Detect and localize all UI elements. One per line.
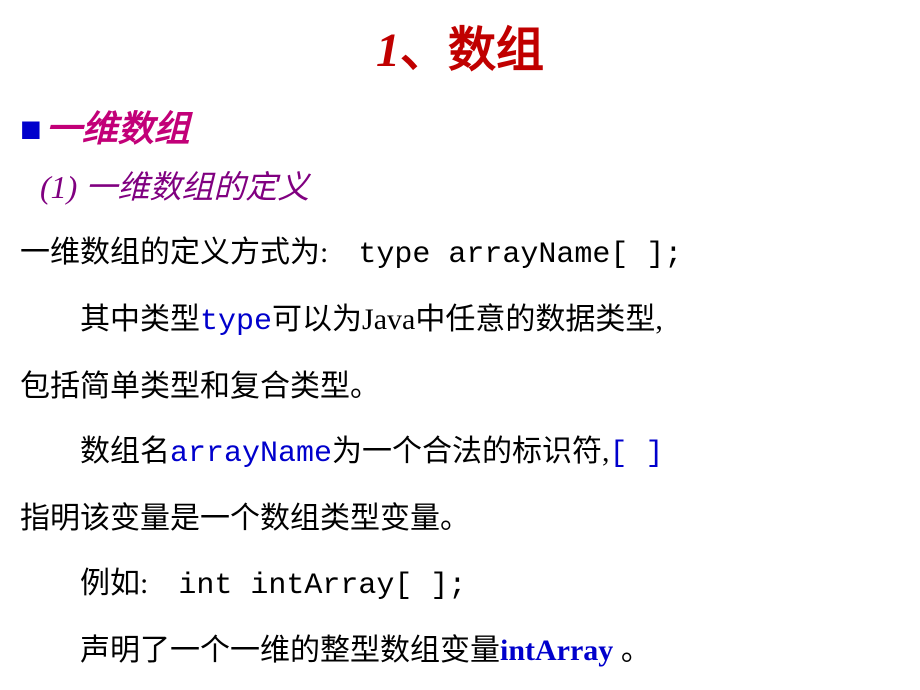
bullet-icon: ■ [20,109,42,149]
code-declaration: type arrayName[ ]; [358,238,682,272]
text-definition-intro: 一维数组的定义方式为: [20,236,358,269]
paragraph-3: 包括简单类型和复合类型。 [20,357,900,417]
keyword-intarray: intArray [500,634,613,667]
text-indicates: 指明该变量是一个数组类型变量。 [20,502,470,535]
text-arrayname-prefix: 数组名 [80,435,170,468]
text-includes: 包括简单类型和复合类型。 [20,370,380,403]
keyword-arrayname: arrayName [170,437,332,471]
title-separator: 、 [400,24,448,77]
subsection-title: 一维数组的定义 [85,169,309,205]
text-type-prefix: 其中类型 [80,303,200,336]
text-declares: 声明了一个一维的整型数组变量 [80,634,500,667]
slide-title: 1、数组 [20,10,900,80]
keyword-type: type [200,305,272,339]
paragraph-6: 例如: int intArray[ ]; [20,554,900,616]
paragraph-4: 数组名arrayName为一个合法的标识符,[ ] [20,422,900,484]
paragraph-5: 指明该变量是一个数组类型变量。 [20,489,900,549]
subsection-header: (1) 一维数组的定义 [40,162,900,208]
section-header: ■一维数组 [20,100,900,152]
section-title: 一维数组 [46,109,190,149]
paragraph-2: 其中类型type可以为Java中任意的数据类型, [20,290,900,352]
title-number: 1 [376,24,400,77]
code-example: int intArray[ ]; [178,569,466,603]
title-text: 数组 [448,24,544,77]
paragraph-1: 一维数组的定义方式为: type arrayName[ ]; [20,223,900,285]
text-example-prefix: 例如: [80,567,178,600]
body-content: 一维数组的定义方式为: type arrayName[ ]; 其中类型type可… [20,223,900,681]
text-arrayname-suffix: 为一个合法的标识符, [332,435,610,468]
paragraph-7: 声明了一个一维的整型数组变量intArray 。 [20,621,900,681]
text-period: 。 [613,634,651,667]
text-type-suffix: 可以为Java中任意的数据类型, [272,303,663,336]
subsection-number: (1) [40,169,77,205]
keyword-brackets: [ ] [610,437,664,471]
